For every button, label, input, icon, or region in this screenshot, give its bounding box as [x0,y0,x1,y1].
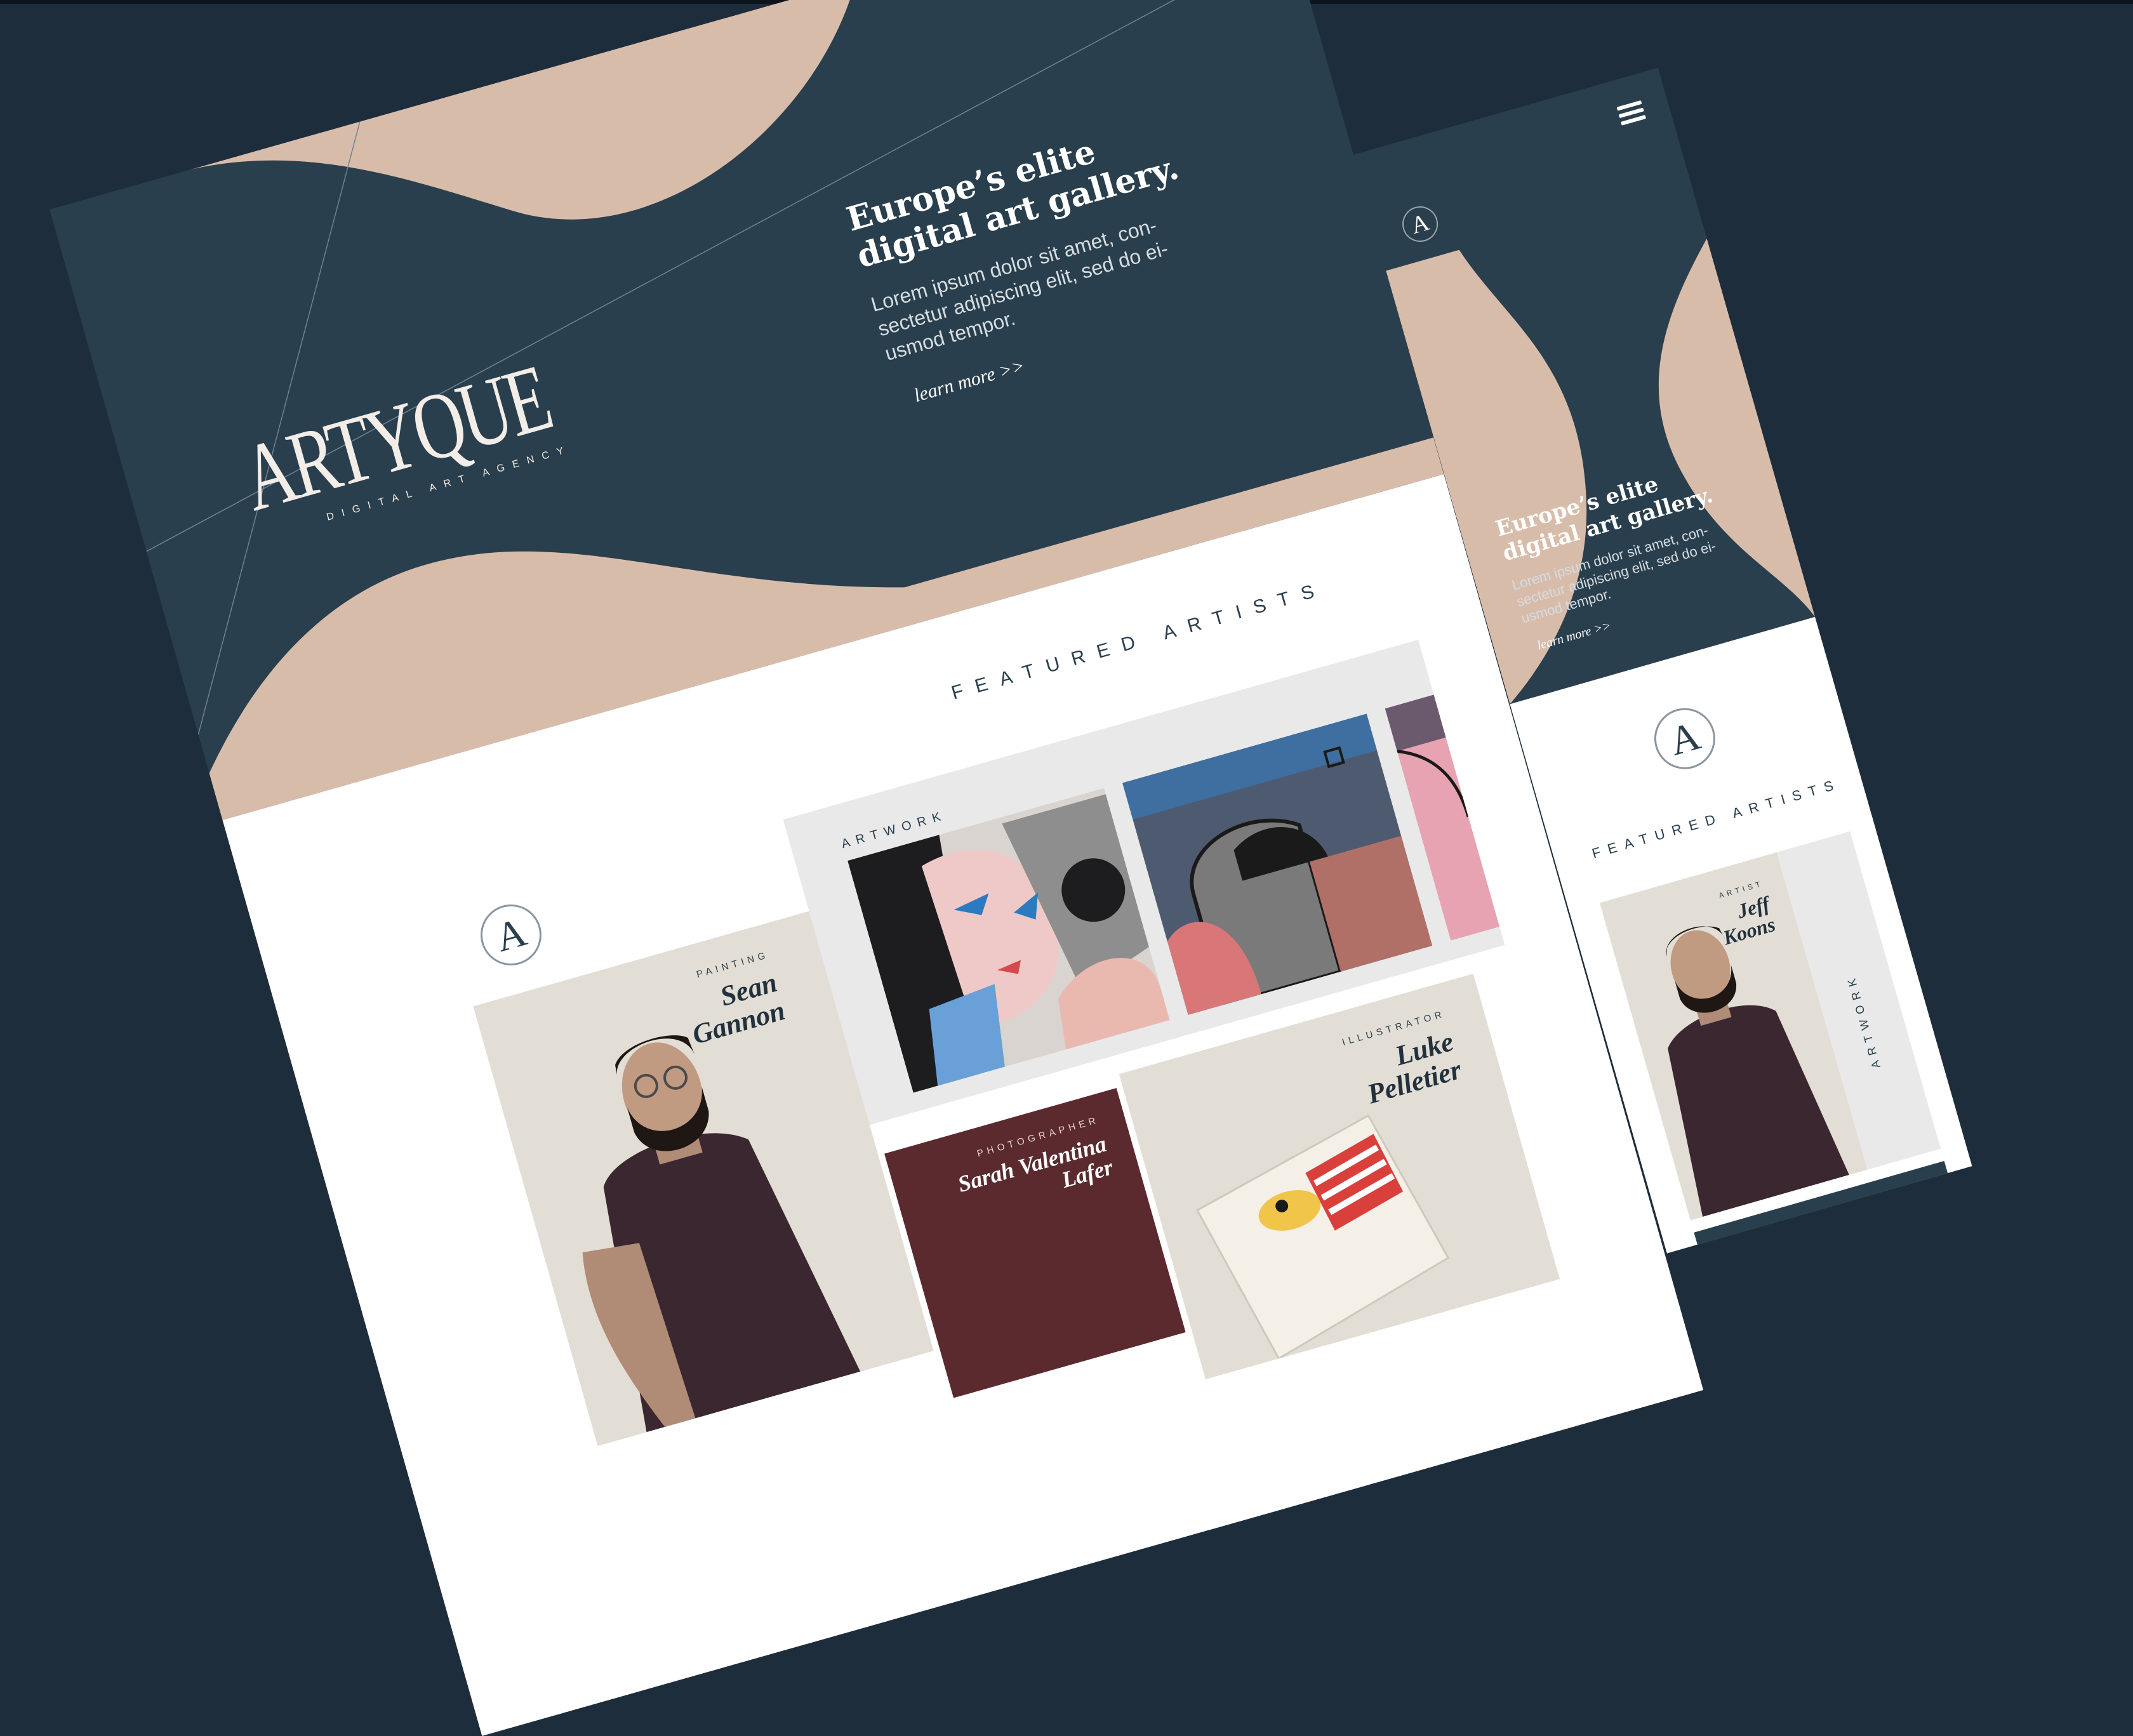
monogram-letter: A [1664,712,1705,764]
artist-name: Alex Dobovoy [1871,1195,1943,1254]
monogram-letter: A [490,909,531,960]
artist-role: ARTIST [1884,1183,1930,1204]
monogram-letter: A [1408,209,1433,240]
mobile-artwork-label: ARTWORK [1844,972,1883,1070]
artwork-tile-2[interactable] [1122,713,1433,1015]
geometric-artwork [1122,713,1433,1015]
